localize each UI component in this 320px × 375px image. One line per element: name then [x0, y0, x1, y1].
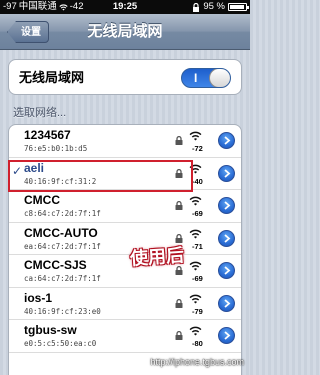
- lock-rotation-icon: [193, 2, 200, 12]
- network-row-tgbus-sw[interactable]: tgbus-sw e0:5:c5:50:ea:c0 -80: [9, 320, 241, 353]
- lock-icon: [175, 201, 183, 210]
- network-mac: c8:64:c7:2d:7f:1f: [24, 209, 101, 218]
- network-list: 1234567 76:e5:b0:1b:d5 -72 ✓ aeli 40:16:…: [8, 124, 242, 375]
- chevron-right-icon: [224, 331, 231, 340]
- wifi-signal-icon: [189, 294, 202, 303]
- wifi-signal-icon: [189, 261, 202, 271]
- status-bar: -97 中国联通 -42 19:25 95 %: [0, 0, 250, 14]
- network-row-1234567[interactable]: 1234567 76:e5:b0:1b:d5 -72: [9, 125, 241, 158]
- network-name: aeli: [24, 160, 45, 175]
- signal-strength: -79: [192, 306, 203, 316]
- chevron-right-icon: [224, 233, 231, 243]
- chevron-right-icon: [224, 136, 231, 145]
- network-mac: ca:64:c7:2d:7f:1f: [24, 274, 101, 283]
- network-name: 1234567: [24, 128, 71, 142]
- network-mac: e0:5:c5:50:ea:c0: [24, 339, 97, 348]
- network-mac: 76:e5:b0:1b:d5: [24, 144, 88, 153]
- detail-disclosure-button[interactable]: [218, 197, 235, 214]
- network-name: CMCC-AUTO: [24, 225, 98, 240]
- after-use-watermark: 使用后: [129, 245, 185, 270]
- network-mac: ea:64:c7:2d:7f:1f: [24, 241, 101, 251]
- lock-icon: [175, 136, 183, 145]
- network-name: ios-1: [24, 290, 53, 305]
- network-name: CMCC-SJS: [24, 258, 87, 272]
- network-row-cmcc-auto[interactable]: CMCC-AUTO ea:64:c7:2d:7f:1f -71: [9, 223, 241, 255]
- detail-disclosure-button[interactable]: [218, 164, 235, 182]
- signal-strength: -71: [192, 241, 203, 251]
- network-row-cmcc-sjs[interactable]: CMCC-SJS ca:64:c7:2d:7f:1f -69: [9, 255, 241, 288]
- chevron-right-icon: [224, 266, 231, 275]
- network-name: tgbus-sw: [24, 323, 77, 337]
- network-row-ios-1[interactable]: ios-1 40:16:9f:cf:23:e0 -79: [9, 288, 241, 320]
- network-row-cmcc[interactable]: CMCC c8:64:c7:2d:7f:1f -69: [9, 190, 241, 223]
- wifi-toggle-row: 无线局域网 I: [8, 59, 242, 95]
- lock-icon: [175, 298, 183, 308]
- chevron-right-icon: [224, 298, 231, 308]
- toggle-on-text: I: [194, 71, 198, 85]
- battery-fill: [230, 5, 245, 9]
- signal-strength: -80: [192, 339, 203, 348]
- battery-percent: 95 %: [203, 1, 225, 12]
- signal-strength: -40: [192, 176, 203, 186]
- wifi-signal-icon: [189, 164, 202, 173]
- detail-disclosure-button[interactable]: [218, 327, 235, 344]
- lock-icon: [175, 331, 183, 340]
- page-title: 无线局域网: [87, 23, 163, 40]
- toggle-knob[interactable]: [209, 69, 230, 87]
- network-row-aeli[interactable]: ✓ aeli 40:16:9f:cf:31:2 -40: [9, 158, 241, 190]
- signal-strength: -72: [192, 144, 203, 153]
- detail-disclosure-button[interactable]: [218, 132, 235, 149]
- wifi-signal-icon: [189, 196, 202, 206]
- source-url: http://iphone.tgbus.com: [150, 357, 244, 367]
- selected-checkmark: ✓: [12, 163, 23, 178]
- wifi-signal-icon: [189, 229, 202, 238]
- chevron-right-icon: [224, 168, 231, 178]
- detail-disclosure-button[interactable]: [218, 262, 235, 279]
- network-name: CMCC: [24, 193, 60, 207]
- detail-disclosure-button[interactable]: [218, 294, 235, 312]
- wifi-toggle-switch[interactable]: I: [181, 68, 231, 88]
- choose-network-header: 选取网络...: [13, 107, 67, 119]
- network-mac: 40:16:9f:cf:23:e0: [24, 306, 101, 316]
- battery-icon: [228, 3, 249, 11]
- network-mac: 40:16:9f:cf:31:2: [24, 176, 97, 186]
- signal-strength: -69: [192, 274, 203, 283]
- lock-icon: [175, 168, 183, 178]
- wifi-signal-icon: [189, 131, 202, 141]
- wifi-signal-icon: [189, 326, 202, 336]
- signal-strength: -69: [192, 209, 203, 218]
- wifi-toggle-label: 无线局域网: [19, 70, 85, 85]
- navigation-bar: 设置 无线局域网: [0, 14, 250, 50]
- status-right: 95 %: [192, 0, 249, 14]
- detail-disclosure-button[interactable]: [218, 229, 235, 247]
- chevron-right-icon: [224, 201, 231, 210]
